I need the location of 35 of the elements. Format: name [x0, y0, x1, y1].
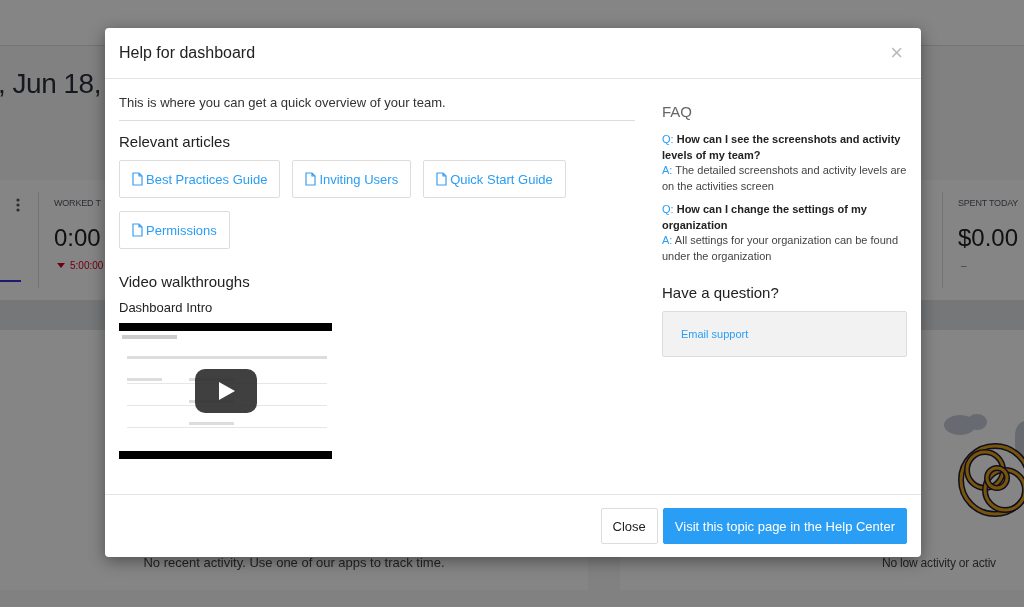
play-button-icon[interactable]: [195, 369, 257, 413]
empty-message: No low activity or activ: [882, 556, 996, 570]
intro-text: This is where you can get a quick overview of your team.: [119, 95, 446, 110]
article-link[interactable]: Inviting Users: [292, 160, 412, 198]
dialog-title: Help for dashboard: [119, 44, 256, 62]
faq-answer: A: The detailed screenshots and activity levels are on the activities screen: [662, 163, 907, 194]
more-icon[interactable]: [16, 198, 20, 212]
document-icon: [132, 172, 143, 186]
document-icon: [305, 172, 317, 186]
article-link[interactable]: Quick Start Guide: [423, 160, 566, 198]
stat-value: $0.00: [958, 224, 1019, 252]
empty-message: No recent activity. Use one of our apps to track time.: [143, 555, 445, 570]
stat-label: WORKED T: [54, 198, 101, 208]
stat-change: 5:00:00: [70, 260, 104, 271]
stat-change: –: [961, 260, 967, 271]
stat-value: 0:00: [54, 224, 101, 252]
document-icon: [436, 172, 448, 186]
section-heading: Relevant articles: [119, 133, 230, 150]
document-icon: [132, 223, 143, 237]
chart-line: [0, 280, 21, 282]
close-button[interactable]: ×: [886, 40, 907, 66]
faq-heading: FAQ: [662, 103, 693, 120]
email-support-link[interactable]: Email support: [681, 328, 749, 340]
faq-question: Q: How can I see the screenshots and activity levels of my team?: [662, 132, 902, 163]
faq-question: Q: How can I change the settings of my organization: [662, 202, 868, 233]
date-heading: , Jun 18,: [0, 68, 101, 99]
section-heading: Have a question?: [662, 284, 780, 301]
stat-label: SPENT TODAY: [958, 198, 1019, 208]
article-link[interactable]: Permissions: [119, 211, 230, 249]
video-title: Dashboard Intro: [119, 300, 213, 315]
section-heading: Video walkthroughs: [119, 273, 250, 290]
faq-answer: A: All settings for your organization can be found under the organization: [662, 233, 900, 264]
article-link[interactable]: Best Practices Guide: [119, 160, 281, 198]
close-dialog-button[interactable]: Close: [600, 508, 658, 544]
help-center-button[interactable]: Visit this topic page in the Help Center: [662, 508, 907, 544]
